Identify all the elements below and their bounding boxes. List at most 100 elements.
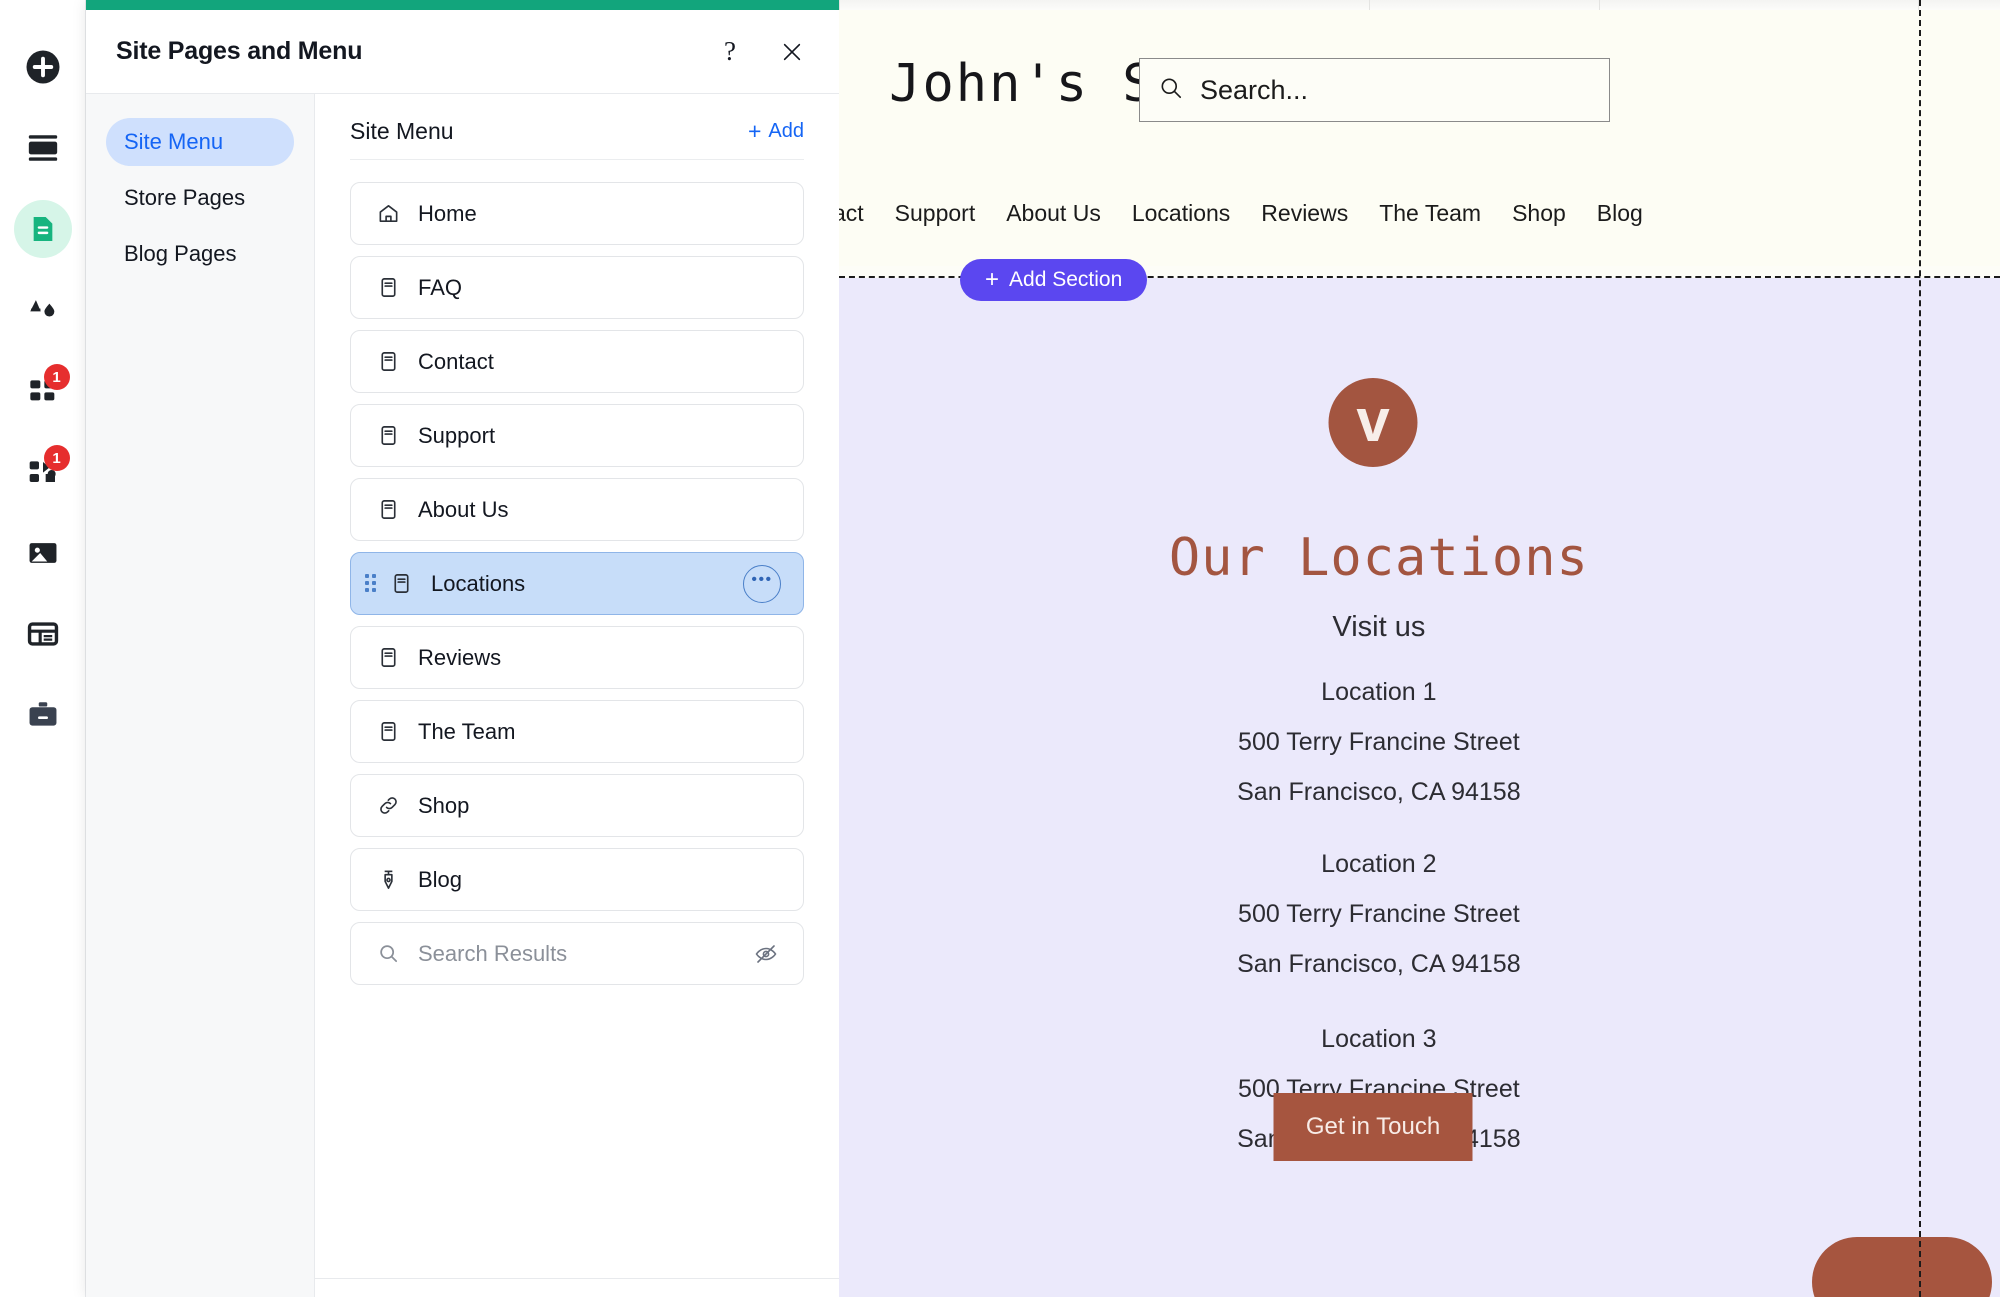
panel-subnav: Site Menu Store Pages Blog Pages [86,94,315,1297]
page-icon [373,421,403,451]
nav-link-about-us[interactable]: About Us [1006,200,1101,227]
sidebar-item-label: Store Pages [124,185,246,210]
menu-item-label: Blog [418,866,463,892]
site-menu-items: Home FAQ Contact Support About Us Locati… [350,160,804,985]
sidebar-item-site-menu[interactable]: Site Menu [106,118,294,166]
menu-item-the-team[interactable]: The Team [350,700,804,763]
list-header: Site Menu + Add [350,94,804,160]
chat-widget-button[interactable] [1812,1237,1992,1297]
nav-link-locations[interactable]: Locations [1132,200,1230,227]
sidebar-item-label: Blog Pages [124,241,237,266]
panel-body: Site Menu Store Pages Blog Pages Site Me… [86,94,1068,1297]
location-city: San Francisco, CA 94158 [1237,778,1521,806]
location-block-1: Location 1 500 Terry Francine Street San… [839,678,1919,807]
menu-item-label: FAQ [418,274,463,300]
sidebar-item-label: Site Menu [124,129,224,154]
menu-item-label: Contact [418,348,494,374]
add-section-button[interactable]: + Add Section [960,259,1148,301]
menu-item-reviews[interactable]: Reviews [350,626,804,689]
site-nav: ontact Support About Us Locations Review… [839,200,1859,227]
panel-header-actions: ? [713,35,809,69]
content-manager-icon[interactable] [14,605,72,663]
menu-item-search-results[interactable]: Search Results [350,922,804,985]
location-block-2: Location 2 500 Terry Francine Street San… [839,850,1919,979]
apps-grid-icon[interactable]: 1 [14,362,72,420]
location-name: Location 3 [1321,1025,1437,1053]
plus-icon: + [985,266,1000,293]
integrations-icon[interactable]: 1 [14,443,72,501]
theme-design-icon[interactable] [14,281,72,339]
location-name: Location 2 [1321,850,1437,878]
search-input[interactable]: Search... [1139,58,1610,122]
pages-bar-icon[interactable] [14,119,72,177]
drag-handle-icon[interactable] [365,573,379,594]
add-icon[interactable] [14,38,72,96]
menu-item-shop[interactable]: Shop [350,774,804,837]
close-icon[interactable] [775,35,809,69]
menu-item-about-us[interactable]: About Us [350,478,804,541]
site-pages-icon[interactable] [13,200,72,258]
media-image-icon[interactable] [14,524,72,582]
business-tools-icon[interactable] [14,686,72,744]
menu-item-label: About Us [418,496,509,522]
get-in-touch-button[interactable]: Get in Touch [1273,1093,1473,1161]
section-boundary-vertical [1919,0,1921,1297]
nav-link-the-team[interactable]: The Team [1379,200,1481,227]
search-icon [1158,75,1184,106]
nav-link-reviews[interactable]: Reviews [1261,200,1348,227]
add-button-label: Add [768,120,804,142]
home-icon [373,199,403,229]
apps-badge: 1 [43,364,70,390]
list-heading: Site Menu [350,118,454,144]
site-menu-list-column: Site Menu + Add Home FAQ Contact Support… [315,94,1068,1297]
site-preview-canvas: John's Shoes Search... ontact Support Ab… [839,0,2000,1297]
site-pages-panel: Site Pages and Menu ? Site Menu Store Pa… [86,0,1068,1297]
sidebar-item-store-pages[interactable]: Store Pages [106,174,294,222]
editor-icon-rail: 1 1 [0,0,86,1297]
menu-item-blog[interactable]: Blog [350,848,804,911]
menu-item-label: Shop [418,792,470,818]
page-icon [373,717,403,747]
canvas-ruler [839,0,2000,10]
help-icon[interactable]: ? [713,35,747,69]
search-placeholder: Search... [1200,74,1309,105]
menu-item-locations[interactable]: Locations ••• [350,552,804,615]
menu-item-faq[interactable]: FAQ [350,256,804,319]
page-icon [373,643,403,673]
page-title: Site Pages and Menu [116,37,363,65]
locations-section[interactable]: v Our Locations Visit us Location 1 500 … [839,278,2000,1297]
location-name: Location 1 [1321,678,1437,706]
hidden-eye-icon[interactable] [751,939,781,969]
sidebar-item-blog-pages[interactable]: Blog Pages [106,230,294,278]
add-page-button[interactable]: + Add [748,120,804,143]
location-street: 500 Terry Francine Street [1238,728,1520,756]
menu-item-label: Locations [431,570,526,596]
menu-item-label: Reviews [418,644,502,670]
brand-letter: v [1356,386,1390,454]
add-section-label: Add Section [1009,268,1123,291]
section-title: Our Locations [1168,528,1589,588]
more-options-icon[interactable]: ••• [743,564,781,603]
nav-link-support[interactable]: Support [895,200,976,227]
editor-root: 1 1 Site Pages and Menu ? Site Menu Stor… [0,0,2000,1297]
nav-link-shop[interactable]: Shop [1512,200,1566,227]
nav-link-contact[interactable]: ontact [839,200,864,227]
panel-header: Site Pages and Menu ? [86,10,839,94]
panel-accent-bar [86,0,839,10]
menu-item-label: Home [418,200,477,226]
search-icon [373,939,403,969]
page-icon [386,569,416,599]
menu-item-home[interactable]: Home [350,182,804,245]
site-header: John's Shoes Search... ontact Support Ab… [839,10,2000,266]
menu-item-support[interactable]: Support [350,404,804,467]
plus-icon: + [747,118,762,144]
integrations-badge: 1 [43,445,70,471]
menu-item-contact[interactable]: Contact [350,330,804,393]
nav-link-blog[interactable]: Blog [1597,200,1643,227]
menu-item-label: Support [418,422,496,448]
section-subtitle: Visit us [1332,611,1426,643]
location-street: 500 Terry Francine Street [1238,900,1520,928]
page-icon [373,495,403,525]
menu-item-label: The Team [418,718,516,744]
pen-nib-icon [373,865,403,895]
